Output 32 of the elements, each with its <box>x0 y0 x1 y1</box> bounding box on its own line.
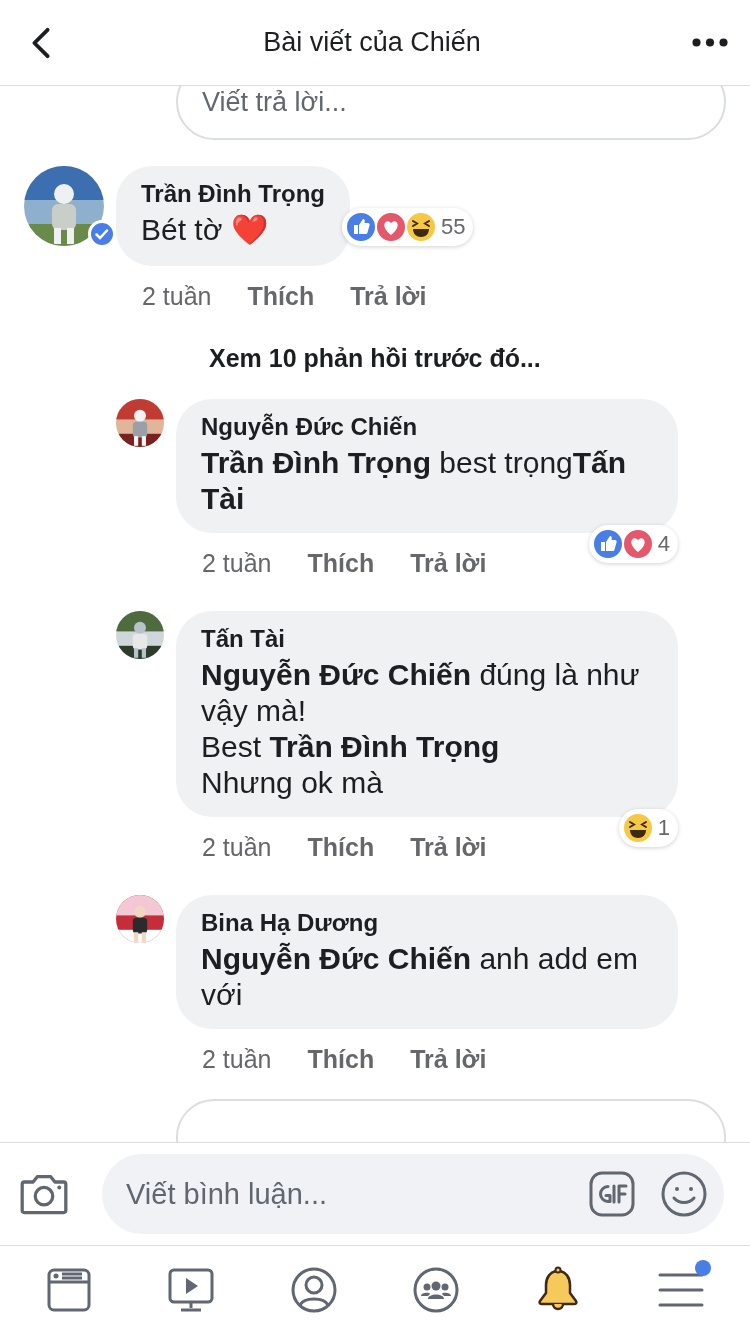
author-name[interactable]: Nguyễn Đức Chiến <box>201 413 653 441</box>
like-link[interactable]: Thích <box>247 281 315 311</box>
like-link[interactable]: Thích <box>307 1044 375 1074</box>
author-name[interactable]: Bina Hạ Dương <box>201 909 653 937</box>
reaction-count: 4 <box>657 531 670 557</box>
reaction-summary[interactable]: 4 <box>588 525 678 563</box>
page-title: Bài viết của Chiến <box>263 27 481 58</box>
reaction-summary[interactable]: 55 <box>342 208 474 246</box>
view-previous-replies-link[interactable]: Xem 10 phản hồi trước đó... <box>209 344 750 373</box>
author-name[interactable]: Trần Đình Trọng <box>141 180 325 208</box>
comment-text: Nguyễn Đức Chiến đúng là như vậy mà! <box>201 657 641 729</box>
comment-text: Best Trần Đình Trọng <box>201 729 501 765</box>
comment-time: 2 tuần <box>202 548 272 578</box>
comment-time: 2 tuần <box>202 1044 272 1074</box>
comment-text: Nhưng ok mà <box>201 765 384 801</box>
reply-field[interactable]: Viết trả lời... <box>176 86 726 140</box>
comment-field[interactable]: Viết bình luận... <box>102 1154 724 1234</box>
reaction-summary[interactable]: 1 <box>618 809 678 847</box>
reply-link[interactable]: Trả lời <box>410 832 487 862</box>
reply-link[interactable]: Trả lời <box>410 1044 487 1074</box>
author-name[interactable]: Tấn Tài <box>201 625 653 653</box>
reply-link[interactable]: Trả lời <box>410 548 487 578</box>
like-link[interactable]: Thích <box>307 832 375 862</box>
comment-text: Bét tờ ❤ <box>141 212 269 248</box>
reaction-count: 55 <box>441 214 466 240</box>
reaction-count: 1 <box>657 815 670 841</box>
comment-text: Trần Đình Trọng best trọngTấn Tài <box>201 445 628 517</box>
comment-time: 2 tuần <box>142 281 212 311</box>
reply-link[interactable]: Trả lời <box>350 281 427 311</box>
comment-text: Nguyễn Đức Chiến anh add em với <box>201 941 639 1013</box>
comment-time: 2 tuần <box>202 832 272 862</box>
like-link[interactable]: Thích <box>307 548 375 578</box>
